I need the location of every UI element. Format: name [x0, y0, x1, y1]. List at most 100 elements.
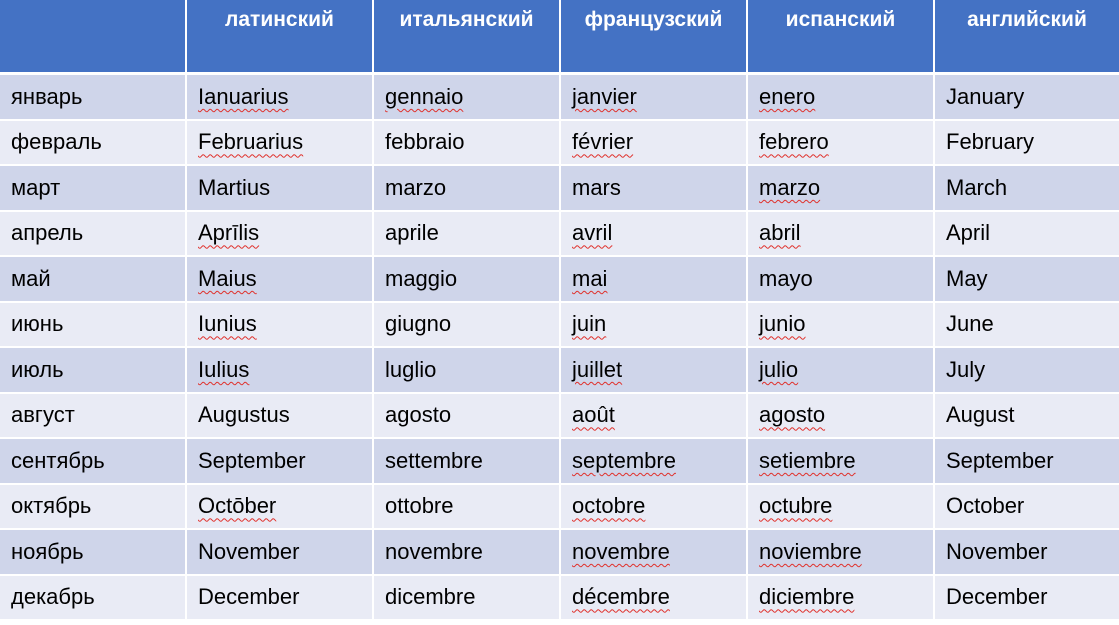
cell-english[interactable]: February: [935, 120, 1119, 166]
cell-english[interactable]: May: [935, 257, 1119, 303]
cell-italian[interactable]: dicembre: [374, 575, 561, 621]
cell-french[interactable]: février: [561, 120, 748, 166]
cell-latin[interactable]: Augustus: [187, 393, 374, 439]
cell-text: Martius: [198, 174, 271, 200]
cell-latin[interactable]: November: [187, 530, 374, 576]
cell-italian[interactable]: febbraio: [374, 120, 561, 166]
cell-english[interactable]: January: [935, 75, 1119, 121]
cell-month-ru[interactable]: январь: [0, 75, 187, 121]
cell-text: juillet: [572, 356, 623, 382]
cell-french[interactable]: avril: [561, 211, 748, 257]
cell-month-ru[interactable]: апрель: [0, 211, 187, 257]
cell-italian[interactable]: settembre: [374, 439, 561, 485]
cell-spanish[interactable]: mayo: [748, 257, 935, 303]
cell-spanish[interactable]: marzo: [748, 166, 935, 212]
cell-spanish[interactable]: julio: [748, 348, 935, 394]
cell-spanish[interactable]: abril: [748, 211, 935, 257]
cell-french[interactable]: octobre: [561, 484, 748, 530]
cell-french[interactable]: mai: [561, 257, 748, 303]
cell-french[interactable]: juillet: [561, 348, 748, 394]
cell-italian[interactable]: marzo: [374, 166, 561, 212]
cell-spanish[interactable]: noviembre: [748, 530, 935, 576]
cell-french[interactable]: novembre: [561, 530, 748, 576]
cell-text: October: [946, 493, 1025, 519]
cell-text: март: [11, 174, 61, 200]
cell-french[interactable]: août: [561, 393, 748, 439]
cell-english[interactable]: December: [935, 575, 1119, 621]
cell-text: Augustus: [198, 402, 290, 428]
cell-latin[interactable]: Iulius: [187, 348, 374, 394]
cell-italian[interactable]: maggio: [374, 257, 561, 303]
cell-italian[interactable]: ottobre: [374, 484, 561, 530]
cell-english[interactable]: October: [935, 484, 1119, 530]
cell-french[interactable]: janvier: [561, 75, 748, 121]
cell-english[interactable]: March: [935, 166, 1119, 212]
table-row: апрель Aprīlis aprile avril abril April: [0, 211, 1119, 257]
cell-text: janvier: [572, 83, 637, 109]
cell-month-ru[interactable]: март: [0, 166, 187, 212]
cell-spanish[interactable]: diciembre: [748, 575, 935, 621]
cell-text: November: [198, 538, 300, 564]
cell-english[interactable]: April: [935, 211, 1119, 257]
cell-english[interactable]: September: [935, 439, 1119, 485]
cell-text: maggio: [385, 265, 458, 291]
cell-french[interactable]: mars: [561, 166, 748, 212]
cell-text: marzo: [759, 174, 821, 200]
cell-month-ru[interactable]: сентябрь: [0, 439, 187, 485]
cell-text: июнь: [11, 311, 64, 337]
cell-month-ru[interactable]: октябрь: [0, 484, 187, 530]
cell-text: октябрь: [11, 493, 92, 519]
cell-spanish[interactable]: octubre: [748, 484, 935, 530]
cell-month-ru[interactable]: декабрь: [0, 575, 187, 621]
cell-text: gennaio: [385, 83, 464, 109]
cell-text: novembre: [385, 538, 483, 564]
cell-month-ru[interactable]: май: [0, 257, 187, 303]
cell-latin[interactable]: Iunius: [187, 302, 374, 348]
cell-italian[interactable]: aprile: [374, 211, 561, 257]
cell-latin[interactable]: Ianuarius: [187, 75, 374, 121]
table-row: июнь Iunius giugno juin junio June: [0, 302, 1119, 348]
cell-text: mai: [572, 265, 608, 291]
cell-italian[interactable]: agosto: [374, 393, 561, 439]
header-row: латинский итальянский французский испанский…: [0, 0, 1119, 75]
cell-text: julio: [759, 356, 799, 382]
cell-text: giugno: [385, 311, 452, 337]
cell-month-ru[interactable]: ноябрь: [0, 530, 187, 576]
cell-spanish[interactable]: setiembre: [748, 439, 935, 485]
cell-text: Octōber: [198, 493, 277, 519]
cell-italian[interactable]: luglio: [374, 348, 561, 394]
cell-spanish[interactable]: enero: [748, 75, 935, 121]
cell-text: Maius: [198, 265, 257, 291]
cell-text: juin: [572, 311, 607, 337]
cell-latin[interactable]: Februarius: [187, 120, 374, 166]
cell-spanish[interactable]: febrero: [748, 120, 935, 166]
cell-italian[interactable]: gennaio: [374, 75, 561, 121]
cell-text: avril: [572, 220, 613, 246]
cell-french[interactable]: septembre: [561, 439, 748, 485]
cell-italian[interactable]: novembre: [374, 530, 561, 576]
cell-month-ru[interactable]: август: [0, 393, 187, 439]
cell-latin[interactable]: Martius: [187, 166, 374, 212]
cell-french[interactable]: juin: [561, 302, 748, 348]
table-row: август Augustus agosto août agosto August: [0, 393, 1119, 439]
cell-latin[interactable]: September: [187, 439, 374, 485]
cell-english[interactable]: August: [935, 393, 1119, 439]
cell-english[interactable]: July: [935, 348, 1119, 394]
cell-english[interactable]: November: [935, 530, 1119, 576]
cell-text: agosto: [385, 402, 452, 428]
cell-latin[interactable]: Octōber: [187, 484, 374, 530]
cell-month-ru[interactable]: февраль: [0, 120, 187, 166]
cell-text: Februarius: [198, 129, 304, 155]
cell-english[interactable]: June: [935, 302, 1119, 348]
cell-month-ru[interactable]: июнь: [0, 302, 187, 348]
cell-latin[interactable]: Maius: [187, 257, 374, 303]
cell-italian[interactable]: giugno: [374, 302, 561, 348]
cell-latin[interactable]: Aprīlis: [187, 211, 374, 257]
cell-spanish[interactable]: junio: [748, 302, 935, 348]
cell-french[interactable]: décembre: [561, 575, 748, 621]
column-header-italian: итальянский: [374, 0, 561, 75]
cell-month-ru[interactable]: июль: [0, 348, 187, 394]
column-header-spanish: испанский: [748, 0, 935, 75]
cell-spanish[interactable]: agosto: [748, 393, 935, 439]
cell-latin[interactable]: December: [187, 575, 374, 621]
